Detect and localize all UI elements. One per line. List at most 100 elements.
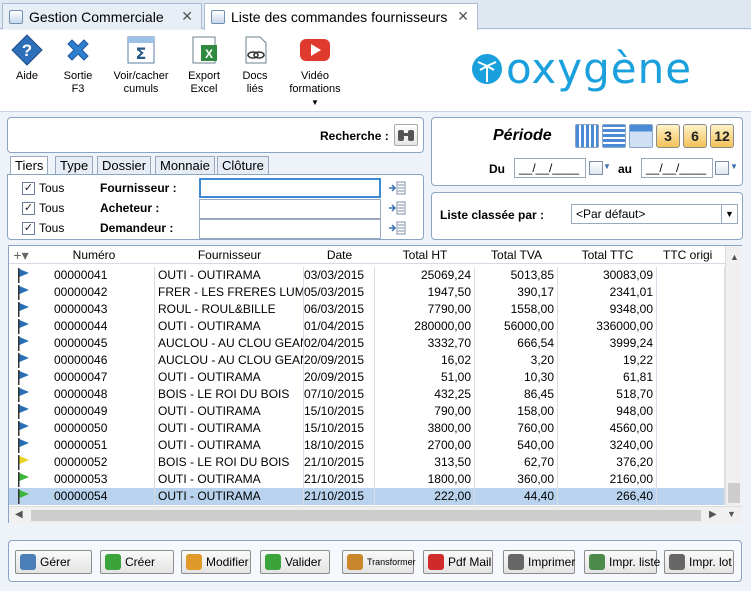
date-du-picker-icon[interactable]	[589, 161, 603, 175]
tous-fournisseur-checkbox[interactable]: ✓	[22, 182, 35, 195]
close-icon[interactable]: ✕	[181, 8, 193, 25]
horizontal-scrollbar[interactable]: ◀ ▶ ▼	[9, 506, 742, 523]
quick-12-months-button[interactable]: 12	[710, 124, 734, 148]
date-au-picker-icon[interactable]	[715, 161, 729, 175]
demandeur-lookup-icon[interactable]	[388, 221, 406, 238]
tab-type[interactable]: Type	[55, 156, 94, 174]
quick-3-label: 3	[664, 128, 672, 144]
column-header-numero[interactable]: Numéro	[33, 246, 155, 264]
cell-total-ht: 1800,00	[375, 471, 475, 488]
video-formations-button[interactable]: Vidéo formations ▼	[288, 34, 342, 109]
export-excel-button[interactable]: X Export Excel	[182, 34, 226, 96]
table-row[interactable]: 00000048 BOIS - LE ROI DU BOIS 07/10/2015 4…	[9, 386, 725, 403]
table-row[interactable]: 00000052 BOIS - LE ROI DU BOIS 21/10/2015 3…	[9, 454, 725, 471]
sort-select[interactable]: <Par défaut> ▼	[571, 204, 738, 224]
cell-fournisseur: OUTI - OUTIRAMA	[155, 471, 304, 488]
gérer-button[interactable]: Gérer	[15, 550, 92, 574]
table-row[interactable]: 00000049 OUTI - OUTIRAMA 15/10/2015 790,00 1…	[9, 403, 725, 420]
table-row[interactable]: 00000044 OUTI - OUTIRAMA 01/04/2015 280000,…	[9, 318, 725, 335]
quick-3-months-button[interactable]: 3	[656, 124, 680, 148]
table-row[interactable]: 00000047 OUTI - OUTIRAMA 20/09/2015 51,00 10…	[9, 369, 725, 386]
calendar-week-button[interactable]	[602, 124, 626, 148]
acheteur-input[interactable]	[199, 199, 381, 219]
action-bar: Gérer Créer Modifier Valider Transformer Pdf …	[8, 540, 742, 582]
tab-cloture[interactable]: Clôture	[217, 156, 269, 174]
tab-label: Liste des commandes fournisseurs	[231, 9, 448, 25]
imprimer-button[interactable]: Imprimer	[503, 550, 575, 574]
cumuls-button[interactable]: Σ Voir/cacher cumuls	[110, 34, 172, 96]
cell-date: 06/03/2015	[304, 301, 375, 318]
cell-numero: 00000045	[33, 335, 155, 352]
tous-acheteur-checkbox[interactable]: ✓	[22, 202, 35, 215]
chevron-down-icon: ▼	[311, 98, 319, 107]
table-row[interactable]: 00000045 AUCLOU - AU CLOU GEANT 02/04/2015…	[9, 335, 725, 352]
cell-numero: 00000041	[33, 267, 155, 284]
impr-liste-button[interactable]: Impr. liste	[584, 550, 660, 574]
button-label: Modifier	[206, 555, 249, 569]
demandeur-input[interactable]	[199, 219, 381, 239]
cell-total-ttc: 3999,24	[558, 335, 657, 352]
cell-total-ttc: 4560,00	[558, 420, 657, 437]
impr-lot-button[interactable]: Impr. lot	[664, 550, 734, 574]
binoculars-button[interactable]	[394, 124, 418, 146]
aide-button[interactable]: ? Aide	[6, 34, 48, 83]
calendar-month-button[interactable]	[629, 124, 653, 148]
scroll-h-thumb[interactable]	[31, 510, 701, 521]
cell-numero: 00000051	[33, 437, 155, 454]
table-row[interactable]: 00000046 AUCLOU - AU CLOU GEANT 20/09/2015…	[9, 352, 725, 369]
table-row[interactable]: 00000053 OUTI - OUTIRAMA 21/10/2015 1800,00…	[9, 471, 725, 488]
tous-label: Tous	[39, 201, 65, 215]
table-row[interactable]: 00000042 FRER - LES FRERES LUMI 05/03/2015…	[9, 284, 725, 301]
column-header-total-ht[interactable]: Total HT	[375, 246, 475, 264]
vertical-scrollbar[interactable]: ▲	[725, 246, 742, 506]
table-row[interactable]: 00000043 ROUL - ROUL&BILLE 06/03/2015 7790,…	[9, 301, 725, 318]
tab-dossier[interactable]: Dossier	[97, 156, 152, 174]
column-header-ttc-origine[interactable]: TTC origi	[657, 246, 725, 264]
video-label2: formations	[289, 83, 341, 95]
tous-demandeur-checkbox[interactable]: ✓	[22, 222, 35, 235]
quick-6-months-button[interactable]: 6	[683, 124, 707, 148]
acheteur-lookup-icon[interactable]	[388, 201, 406, 218]
calendar-day-button[interactable]	[575, 124, 599, 148]
toolbar: ? Aide Sortie F3 Σ Voir/cacher cumuls X …	[0, 30, 751, 112]
scroll-thumb[interactable]	[728, 483, 740, 503]
modifier-button[interactable]: Modifier	[181, 550, 251, 574]
cell-total-ttc: 2341,01	[558, 284, 657, 301]
scroll-up-icon[interactable]: ▲	[730, 252, 739, 262]
date-au-input[interactable]: __/__/____	[641, 158, 713, 178]
linked-docs-icon	[238, 34, 272, 66]
pdf-mail-button[interactable]: Pdf Mail	[423, 550, 493, 574]
transformer-button[interactable]: Transformer	[342, 550, 416, 574]
tab-gestion-commerciale[interactable]: Gestion Commerciale ✕	[2, 3, 202, 29]
scroll-left-icon[interactable]: ◀	[15, 509, 23, 520]
tab-label: Gestion Commerciale	[29, 8, 164, 25]
table-row[interactable]: 00000051 OUTI - OUTIRAMA 18/10/2015 2700,00…	[9, 437, 725, 454]
cell-numero: 00000048	[33, 386, 155, 403]
docs-lies-button[interactable]: Docs liés	[234, 34, 276, 96]
fournisseur-input[interactable]	[199, 178, 381, 198]
button-label: Gérer	[40, 555, 71, 569]
scroll-down-icon[interactable]: ▼	[727, 509, 736, 519]
tab-liste-commandes[interactable]: Liste des commandes fournisseurs ✕	[204, 3, 478, 30]
tab-tiers[interactable]: Tiers	[10, 156, 49, 175]
scroll-right-icon[interactable]: ▶	[709, 509, 717, 520]
créer-button[interactable]: Créer	[100, 550, 174, 574]
table-row[interactable]: 00000054 OUTI - OUTIRAMA 21/10/2015 222,00 4…	[9, 488, 725, 505]
cell-ttc-origine	[657, 488, 725, 505]
column-header-date[interactable]: Date	[304, 246, 375, 264]
date-du-input[interactable]: __/__/____	[514, 158, 586, 178]
tab-monnaie[interactable]: Monnaie	[155, 156, 215, 174]
sortie-button[interactable]: Sortie F3	[56, 34, 100, 96]
table-row[interactable]: 00000050 OUTI - OUTIRAMA 15/10/2015 3800,00…	[9, 420, 725, 437]
column-header-fournisseur[interactable]: Fournisseur	[155, 246, 304, 264]
chevron-down-icon[interactable]: ▼	[603, 162, 611, 171]
fournisseur-lookup-icon[interactable]	[388, 181, 406, 198]
chevron-down-icon[interactable]: ▼	[730, 162, 738, 171]
exit-x-icon	[61, 34, 95, 66]
close-icon[interactable]: ✕	[457, 8, 469, 25]
column-header-total-tva[interactable]: Total TVA	[475, 246, 558, 264]
add-column-icon[interactable]: +▾	[9, 246, 33, 264]
table-row[interactable]: 00000041 OUTI - OUTIRAMA 03/03/2015 25069,2…	[9, 267, 725, 284]
valider-button[interactable]: Valider	[260, 550, 330, 574]
column-header-total-ttc[interactable]: Total TTC	[558, 246, 657, 264]
